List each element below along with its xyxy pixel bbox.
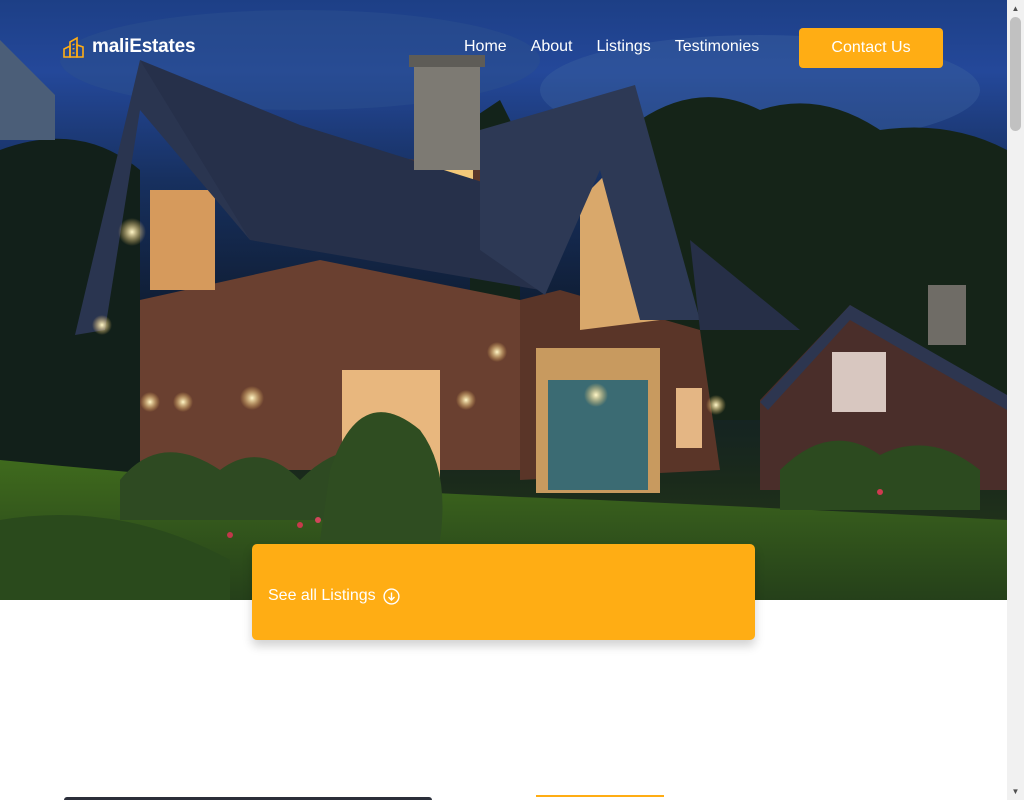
hero-image [0, 10, 1007, 600]
scroll-thumb[interactable] [1010, 17, 1021, 131]
scroll-up-arrow-icon[interactable]: ▲ [1007, 0, 1024, 17]
arrow-down-circle-icon [383, 587, 400, 605]
nav-item-about[interactable]: About [531, 38, 573, 56]
see-all-listings-label: See all Listings [268, 587, 376, 604]
section-heading-accent [536, 795, 664, 797]
nav-item-home[interactable]: Home [464, 38, 507, 56]
main-nav: Home About Listings Testimonies [464, 38, 759, 56]
nav-item-listings[interactable]: Listings [597, 38, 651, 56]
see-all-listings-card[interactable]: See all Listings [252, 544, 755, 640]
brand-logo[interactable]: maliEstates [63, 36, 196, 58]
hero-section: maliEstates Home About Listings Testimon… [0, 0, 1007, 600]
nav-item-testimonies[interactable]: Testimonies [675, 38, 759, 56]
page-scrollbar[interactable]: ▲ ▼ [1007, 0, 1024, 800]
building-icon [63, 36, 84, 58]
contact-us-button[interactable]: Contact Us [799, 28, 943, 68]
scroll-down-arrow-icon[interactable]: ▼ [1007, 783, 1024, 800]
brand-name: maliEstates [92, 36, 196, 57]
